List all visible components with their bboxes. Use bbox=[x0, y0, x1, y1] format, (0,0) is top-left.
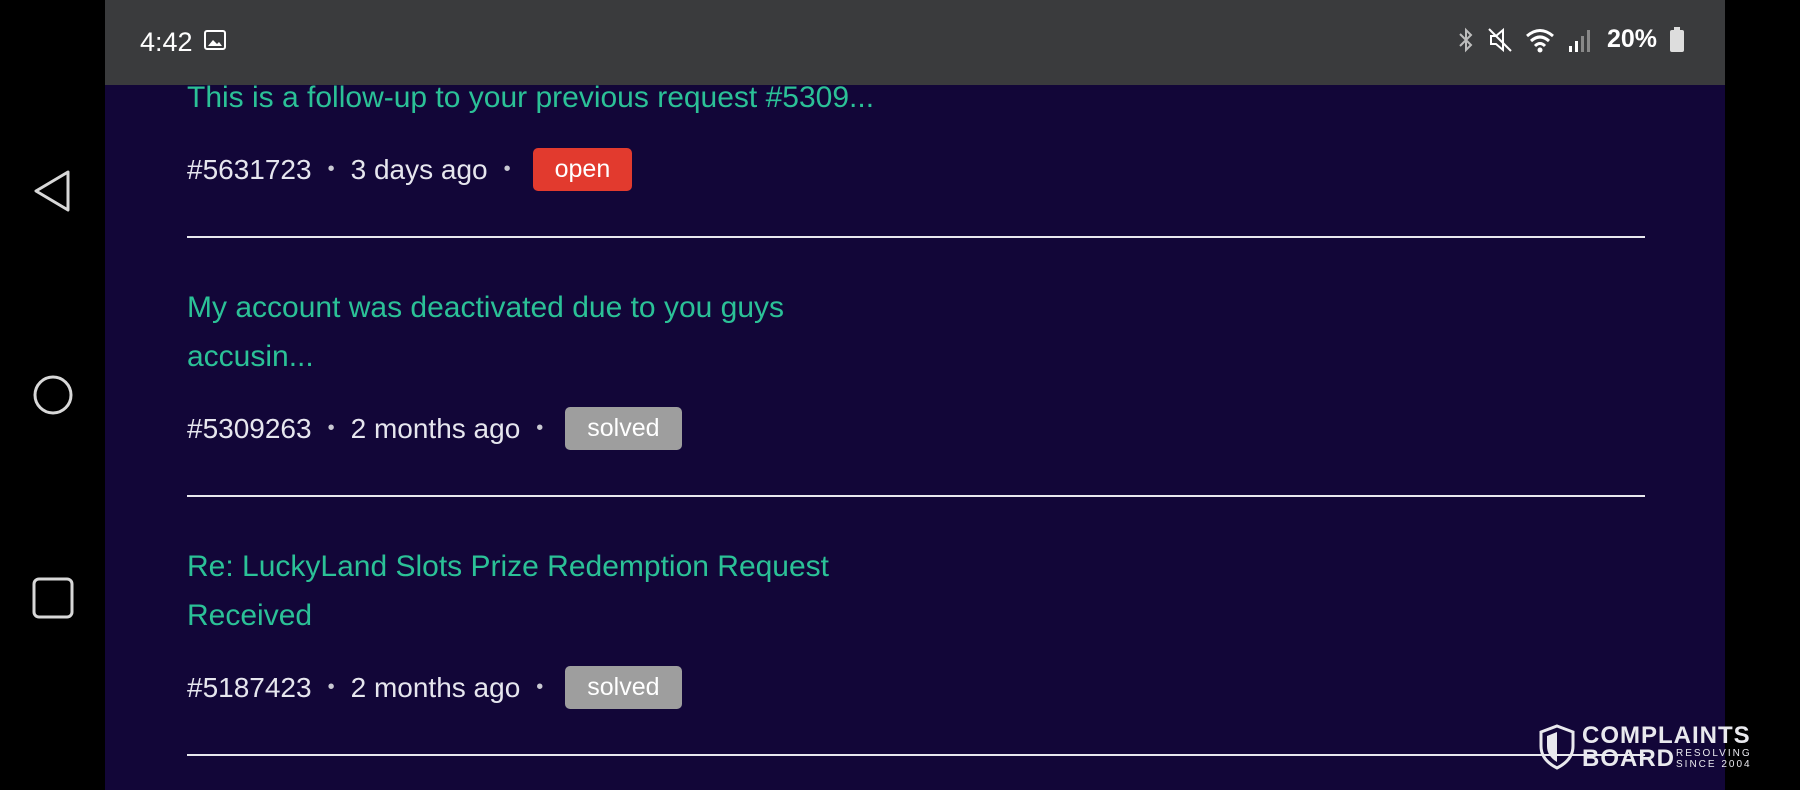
status-badge: solved bbox=[565, 407, 682, 450]
complaints-board-watermark: COMPLAINTS BOARD RESOLVING SINCE 2004 bbox=[1538, 722, 1750, 774]
ticket-title-link[interactable]: My account was deactivated due to you gu… bbox=[187, 283, 1645, 381]
status-time: 4:42 bbox=[140, 27, 193, 57]
ticket-id: #5187423 bbox=[187, 671, 312, 703]
separator-dot: • bbox=[327, 417, 335, 439]
battery-icon bbox=[1670, 26, 1684, 52]
separator-dot: • bbox=[536, 417, 544, 439]
app-screen: 4:42 20% This is a follow-up to your pre… bbox=[105, 0, 1725, 790]
mute-icon bbox=[1488, 27, 1512, 52]
status-badge: open bbox=[532, 148, 633, 191]
watermark-sub-2: SINCE 2004 bbox=[1676, 759, 1752, 770]
ticket-item: Re: LuckyLand Slots Prize Redemption Req… bbox=[187, 542, 1645, 640]
separator-dot: • bbox=[327, 158, 335, 180]
ticket-time: 2 months ago bbox=[350, 412, 521, 444]
status-icons: 20% bbox=[1457, 25, 1685, 54]
watermark-sub-1: RESOLVING bbox=[1676, 748, 1752, 759]
battery-percentage: 20% bbox=[1606, 25, 1657, 53]
divider bbox=[187, 495, 1645, 497]
ticket-title-line: My account was deactivated due to you gu… bbox=[187, 291, 785, 324]
watermark-line-2: BOARD bbox=[1582, 745, 1675, 772]
ticket-title-link[interactable]: Re: LuckyLand Slots Prize Redemption Req… bbox=[187, 542, 1645, 640]
ticket-item: My account was deactivated due to you gu… bbox=[187, 283, 1645, 381]
divider bbox=[187, 236, 1645, 238]
separator-dot: • bbox=[503, 158, 511, 180]
ticket-time: 3 days ago bbox=[350, 153, 488, 185]
home-icon[interactable] bbox=[28, 370, 78, 420]
recents-icon[interactable] bbox=[28, 573, 78, 623]
right-edge bbox=[1725, 0, 1800, 790]
ticket-title-line: Re: LuckyLand Slots Prize Redemption Req… bbox=[187, 550, 830, 583]
separator-dot: • bbox=[327, 676, 335, 698]
gallery-icon bbox=[204, 30, 226, 50]
status-badge: solved bbox=[565, 666, 682, 709]
signal-icon bbox=[1568, 29, 1590, 52]
ticket-id: #5309263 bbox=[187, 412, 312, 444]
wifi-icon bbox=[1525, 28, 1554, 52]
ticket-time: 2 months ago bbox=[350, 671, 521, 703]
ticket-meta: #5631723 • 3 days ago • open bbox=[187, 148, 1645, 191]
separator-dot: • bbox=[536, 676, 544, 698]
ticket-title-line: Received bbox=[187, 599, 313, 632]
ticket-meta: #5187423 • 2 months ago • solved bbox=[187, 666, 1645, 709]
divider bbox=[187, 754, 1645, 756]
ticket-meta: #5309263 • 2 months ago • solved bbox=[187, 407, 1645, 450]
watermark-subtext: RESOLVING SINCE 2004 bbox=[1676, 748, 1752, 770]
ticket-title-line: accusin... bbox=[187, 340, 314, 373]
bluetooth-icon bbox=[1459, 27, 1473, 52]
status-bar: 4:42 20% bbox=[105, 0, 1725, 85]
back-icon[interactable] bbox=[28, 166, 78, 216]
shield-icon bbox=[1539, 724, 1575, 770]
ticket-id: #5631723 bbox=[187, 153, 312, 185]
android-navigation-bar bbox=[0, 0, 105, 790]
